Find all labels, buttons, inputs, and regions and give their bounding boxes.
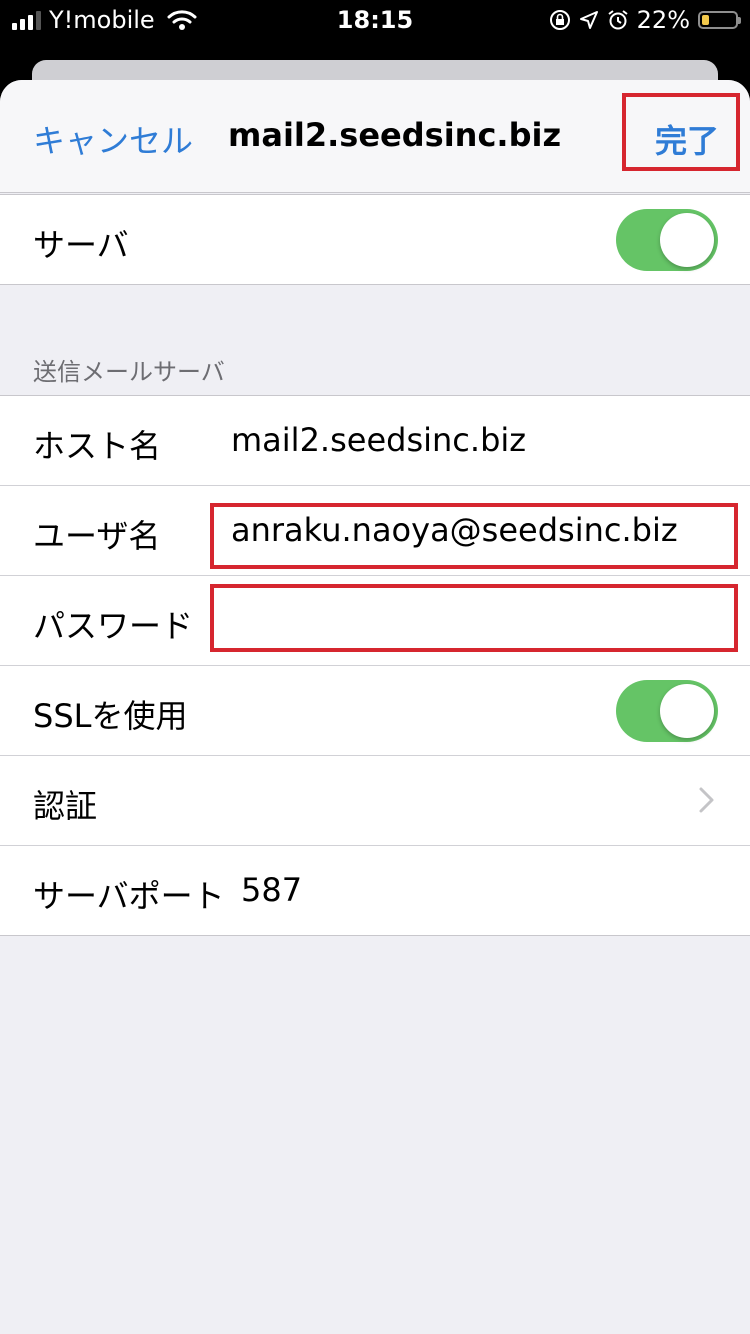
- server-label: サーバ: [33, 226, 129, 264]
- battery-fill: [702, 15, 709, 25]
- server-group: サーバ: [0, 194, 750, 285]
- alarm-icon: [608, 10, 628, 30]
- password-row[interactable]: パスワード: [0, 576, 750, 666]
- password-label: パスワード: [33, 607, 194, 645]
- toggle-knob: [660, 684, 714, 738]
- battery-percent: 22%: [636, 6, 690, 34]
- cancel-button[interactable]: キャンセル: [33, 116, 193, 162]
- username-label: ユーザ名: [33, 517, 161, 555]
- nav-bar: キャンセル mail2.seedsinc.biz 完了: [0, 80, 750, 193]
- status-bar: Y!mobile 18:15 22%: [0, 0, 750, 40]
- host-field[interactable]: mail2.seedsinc.biz: [231, 421, 526, 459]
- username-field[interactable]: anraku.naoya@seedsinc.biz: [231, 511, 678, 549]
- section-header-outgoing: 送信メールサーバ: [33, 358, 225, 386]
- page-title: mail2.seedsinc.biz: [228, 116, 562, 154]
- status-right: 22%: [549, 6, 741, 34]
- ssl-row: SSLを使用: [0, 666, 750, 756]
- outgoing-group: ホスト名 mail2.seedsinc.biz ユーザ名 anraku.naoy…: [0, 395, 750, 936]
- ssl-toggle[interactable]: [616, 680, 718, 742]
- host-label: ホスト名: [33, 427, 162, 465]
- port-label: サーバポート: [33, 877, 225, 915]
- username-row[interactable]: ユーザ名 anraku.naoya@seedsinc.biz: [0, 486, 750, 576]
- auth-label: 認証: [33, 787, 98, 825]
- auth-row[interactable]: 認証: [0, 756, 750, 846]
- toggle-knob: [660, 213, 714, 267]
- orientation-lock-icon: [549, 10, 570, 30]
- port-row[interactable]: サーバポート 587: [0, 846, 750, 935]
- done-button[interactable]: 完了: [655, 116, 719, 162]
- chevron-right-icon: [699, 787, 714, 813]
- server-row: サーバ: [0, 195, 750, 284]
- ssl-label: SSLを使用: [33, 697, 188, 735]
- host-row[interactable]: ホスト名 mail2.seedsinc.biz: [0, 396, 750, 486]
- location-icon: [579, 11, 598, 29]
- battery-icon: [698, 11, 741, 29]
- settings-sheet: キャンセル mail2.seedsinc.biz 完了 サーバ 送信メールサーバ…: [0, 80, 750, 1334]
- port-field[interactable]: 587: [241, 871, 302, 909]
- server-toggle[interactable]: [616, 209, 718, 271]
